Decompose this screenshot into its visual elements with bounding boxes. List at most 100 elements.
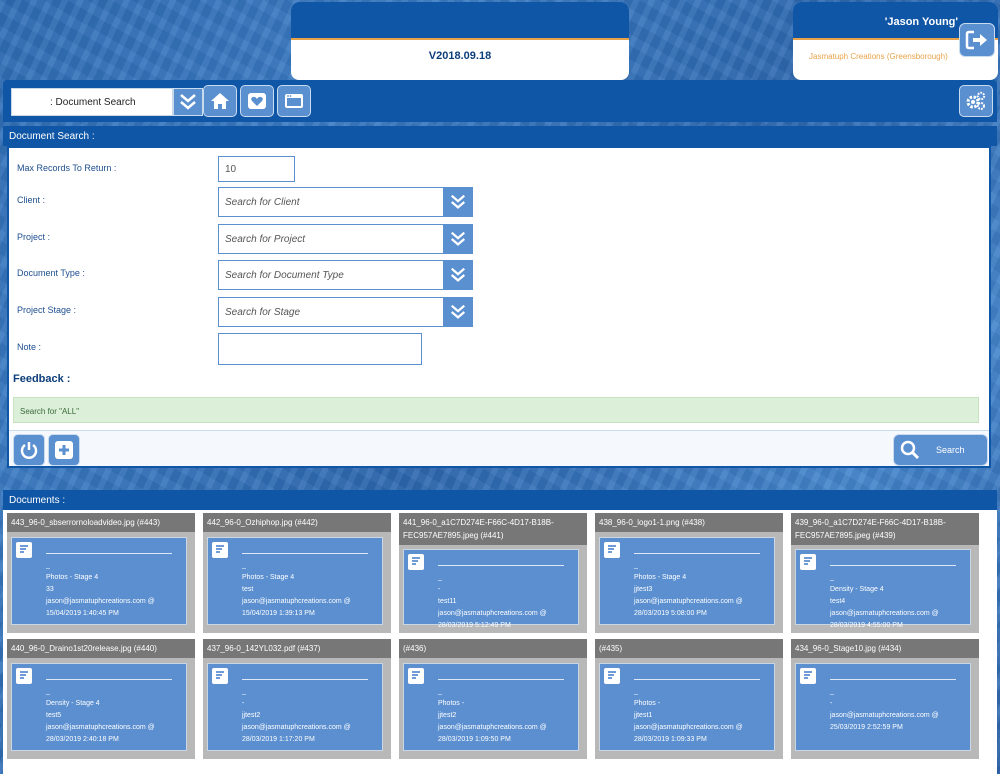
document-meta: _ Photos - jjtest1 jason@jasmatuphcreati… — [634, 686, 743, 746]
document-note: test11 — [438, 598, 457, 605]
document-owner: jason@jasmatuphcreations.com @ — [830, 610, 939, 617]
document-card[interactable]: 443_96-0_sbserrornoloadvideo.jpg (#443) … — [7, 513, 195, 633]
documents-grid: 443_96-0_sbserrornoloadvideo.jpg (#443) … — [3, 510, 997, 774]
document-details: _ Photos - Stage 4 33 jason@jasmatuphcre… — [11, 537, 187, 625]
search-icon — [900, 440, 920, 460]
document-date: 28/03/2019 1:09:33 PM — [634, 736, 707, 743]
version-label: V2018.09.18 — [428, 50, 492, 62]
document-details: _ - jjtest2 jason@jasmatuphcreations.com… — [207, 663, 383, 751]
double-chevron-down-icon — [450, 231, 465, 246]
document-title: 440_96-0_Draino1st20release.jpg (#440) — [7, 639, 195, 658]
heart-icon — [248, 93, 266, 109]
document-date: 28/03/2019 2:40:18 PM — [46, 736, 119, 743]
document-card[interactable]: 439_96-0_a1C7D274E-F66C-4D17-B18B-FEC957… — [791, 513, 979, 633]
user-name: 'Jason Young' — [884, 16, 958, 28]
document-title: 442_96-0_Ozhiphop.jpg (#442) — [203, 513, 391, 532]
document-divider — [830, 679, 956, 680]
document-details: _ Density - Stage 4 test5 jason@jasmatup… — [11, 663, 187, 751]
document-title: 438_96-0_logo1-1.png (#438) — [595, 513, 783, 532]
project-stage-dropdown-button[interactable] — [443, 298, 472, 326]
power-button[interactable] — [13, 434, 45, 466]
documents-panel-header: Documents : — [3, 490, 997, 510]
search-button-label: Search — [936, 445, 965, 455]
document-icon — [16, 542, 32, 558]
document-title: 434_96-0_Stage10.jpg (#434) — [791, 639, 979, 658]
document-card[interactable]: (#436) _ Photos - jjtest2 jason@jasmatup… — [399, 639, 587, 759]
document-stage: Photos - Stage 4 — [46, 574, 99, 581]
project-dropdown-button[interactable] — [443, 225, 472, 253]
project-stage-search-field[interactable]: Search for Stage — [218, 297, 473, 327]
document-details: _ Density - Stage 4 test4 jason@jasmatup… — [795, 549, 971, 629]
document-divider — [634, 553, 760, 554]
project-search-field[interactable]: Search for Project — [218, 224, 473, 254]
document-date: 25/03/2019 2:52:59 PM — [830, 724, 903, 731]
feedback-label: Feedback : — [13, 373, 71, 385]
note-input[interactable] — [218, 333, 422, 365]
document-meta: _ Photos - Stage 4 test jason@jasmatuphc… — [242, 560, 351, 620]
document-line1: _ — [830, 688, 834, 695]
document-card[interactable]: 434_96-0_Stage10.jpg (#434) _ - jason@ja… — [791, 639, 979, 759]
document-title: (#435) — [595, 639, 783, 658]
document-line1: _ — [634, 688, 638, 695]
document-meta: _ Photos - Stage 4 jjtest3 jason@jasmatu… — [634, 560, 743, 620]
max-records-input[interactable]: 10 — [218, 156, 295, 182]
document-stage: Photos - Stage 4 — [242, 574, 295, 581]
document-owner: jason@jasmatuphcreations.com @ — [242, 724, 351, 731]
document-card[interactable]: 442_96-0_Ozhiphop.jpg (#442) _ Photos - … — [203, 513, 391, 633]
document-date: 28/03/2019 1:17:20 PM — [242, 736, 315, 743]
document-card[interactable]: (#435) _ Photos - jjtest1 jason@jasmatup… — [595, 639, 783, 759]
document-note: test5 — [46, 712, 62, 719]
window-icon — [285, 94, 303, 108]
document-date: 28/03/2019 4:55:00 PM — [830, 622, 903, 629]
document-note: 33 — [46, 586, 54, 593]
document-title: 443_96-0_sbserrornoloadvideo.jpg (#443) — [7, 513, 195, 532]
document-type-label: Document Type : — [17, 268, 85, 278]
document-line1: _ — [634, 562, 638, 569]
version-card: V2018.09.18 — [291, 2, 629, 80]
document-meta: _ Density - Stage 4 test5 jason@jasmatup… — [46, 686, 155, 746]
document-line1: _ — [46, 562, 50, 569]
document-owner: jason@jasmatuphcreations.com @ — [46, 724, 155, 731]
document-details: _ Photos - Stage 4 jjtest3 jason@jasmatu… — [599, 537, 775, 625]
home-button[interactable] — [203, 85, 237, 117]
document-line1: _ — [438, 574, 442, 581]
document-meta: _ Density - Stage 4 test4 jason@jasmatup… — [830, 572, 939, 632]
document-stage: Photos - — [438, 700, 465, 707]
double-chevron-down-icon — [450, 304, 465, 319]
gears-icon — [966, 91, 986, 110]
document-icon — [604, 542, 620, 558]
document-note: jjtest1 — [634, 712, 653, 719]
main-toolbar: : Document Search — [3, 80, 997, 122]
document-type-dropdown-button[interactable] — [443, 261, 472, 289]
document-meta: _ Photos - Stage 4 33 jason@jasmatuphcre… — [46, 560, 155, 620]
document-type-search-field[interactable]: Search for Document Type — [218, 260, 473, 290]
document-note: test — [242, 586, 254, 593]
client-search-field[interactable]: Search for Client — [218, 187, 473, 217]
document-stage: - — [830, 700, 833, 707]
module-select-dropdown-button[interactable] — [173, 88, 203, 116]
document-divider — [438, 679, 564, 680]
logout-icon — [965, 30, 987, 50]
search-button[interactable]: Search — [893, 434, 988, 466]
search-form: Max Records To Return : 10 Client : Sear… — [7, 146, 991, 468]
project-label: Project : — [17, 232, 51, 242]
document-title: 437_96-0_142YL032.pdf (#437) — [203, 639, 391, 658]
document-meta: _ Photos - jjtest2 jason@jasmatuphcreati… — [438, 686, 547, 746]
client-dropdown-button[interactable] — [443, 188, 472, 216]
document-icon — [408, 554, 424, 570]
settings-button[interactable] — [959, 85, 993, 117]
document-note: jjtest2 — [242, 712, 261, 719]
document-line1: _ — [438, 688, 442, 695]
favorites-button[interactable] — [240, 85, 274, 117]
document-date: 28/03/2019 5:08:00 PM — [634, 610, 707, 617]
add-button[interactable] — [48, 434, 80, 466]
module-select[interactable]: : Document Search — [11, 88, 173, 116]
document-icon — [16, 668, 32, 684]
document-card[interactable]: 440_96-0_Draino1st20release.jpg (#440) _… — [7, 639, 195, 759]
document-card[interactable]: 437_96-0_142YL032.pdf (#437) _ - jjtest2… — [203, 639, 391, 759]
logout-button[interactable] — [959, 23, 995, 57]
document-card[interactable]: 438_96-0_logo1-1.png (#438) _ Photos - S… — [595, 513, 783, 633]
document-card[interactable]: 441_96-0_a1C7D274E-F66C-4D17-B18B-FEC957… — [399, 513, 587, 633]
window-button[interactable] — [277, 85, 311, 117]
document-type-placeholder: Search for Document Type — [225, 269, 344, 281]
